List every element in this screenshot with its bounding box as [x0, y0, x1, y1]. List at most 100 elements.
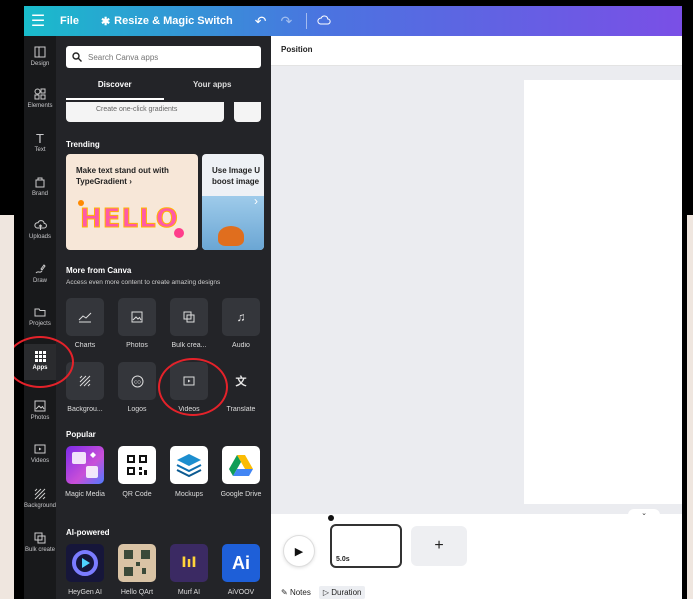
chevron-down-icon[interactable]: ⌄ — [628, 509, 660, 519]
plus-icon: + — [434, 537, 444, 554]
tile-charts[interactable] — [66, 298, 104, 336]
trending-card-typegradient[interactable]: Make text stand out with TypeGradient › … — [66, 154, 198, 250]
app-label: Magic Media — [65, 491, 105, 498]
upload-cloud-icon — [24, 217, 56, 233]
canva-window: ☰ File ✱ Resize & Magic Switch ↶ ↷ Desig… — [14, 6, 682, 599]
search-icon — [72, 52, 82, 62]
rail-item-projects[interactable]: Projects — [24, 304, 56, 327]
playhead[interactable] — [328, 515, 334, 521]
app-magic-media[interactable] — [66, 446, 104, 484]
search-box[interactable] — [66, 46, 261, 68]
sparkle-icon: ✱ — [100, 15, 111, 28]
backdrop-left — [0, 215, 14, 599]
tab-your-apps[interactable]: Your apps — [164, 80, 262, 98]
layout-icon — [24, 44, 56, 60]
redo-icon[interactable]: ↷ — [281, 13, 293, 30]
search-input[interactable] — [88, 52, 248, 62]
google-drive-icon — [229, 455, 253, 476]
heygen-icon — [72, 550, 98, 576]
duration-button[interactable]: ▷ Duration — [318, 586, 366, 599]
rail-item-apps[interactable]: Apps — [24, 344, 56, 380]
app-label: QR Code — [122, 491, 152, 498]
tile-audio[interactable]: ♫ — [222, 298, 260, 336]
app-hello-qart[interactable] — [118, 544, 156, 582]
editor-workspace — [271, 66, 682, 514]
rail-label: Bulk create — [24, 547, 55, 553]
add-page-button[interactable]: + — [411, 526, 467, 566]
tile-translate[interactable]: 文 — [222, 362, 260, 400]
rail-item-uploads[interactable]: Uploads — [24, 217, 56, 240]
app-qr-code[interactable] — [118, 446, 156, 484]
app-google-drive[interactable] — [222, 446, 260, 484]
side-rail: Design Elements T Text Brand Uploads Dra… — [24, 36, 56, 599]
notes-button[interactable]: ✎ Notes — [281, 588, 311, 597]
tile-backgrounds[interactable] — [66, 362, 104, 400]
popular-heading: Popular — [66, 430, 96, 439]
app-aivoov[interactable]: Ai — [222, 544, 260, 582]
apps-grid-icon — [24, 348, 56, 364]
rail-item-draw[interactable]: Draw — [24, 261, 56, 284]
rail-item-design[interactable]: Design — [24, 44, 56, 67]
cloud-save-icon[interactable] — [317, 12, 331, 30]
tile-label: Logos — [127, 406, 147, 413]
app-label: AiVOOV — [227, 589, 255, 596]
rail-item-background[interactable]: Background — [24, 486, 56, 509]
rail-label: Draw — [32, 278, 47, 284]
clip-duration: 5.0s — [336, 556, 350, 563]
context-toolbar: Position — [271, 36, 682, 66]
apps-panel: Discover Your apps Create one-click grad… — [56, 36, 271, 599]
video-icon — [183, 376, 195, 386]
hello-graphic: HELLO — [80, 204, 179, 235]
tab-discover[interactable]: Discover — [66, 80, 164, 98]
timeline: ⌄ ▶ 5.0s + ✎ Notes ▷ Duration — [271, 509, 682, 599]
qart-icon — [124, 550, 150, 576]
resize-magic-switch-button[interactable]: ✱ Resize & Magic Switch — [101, 15, 233, 28]
app-heygen[interactable] — [66, 544, 104, 582]
rail-label: Apps — [32, 365, 48, 371]
play-button[interactable]: ▶ — [284, 536, 314, 566]
position-button[interactable]: Position — [281, 45, 313, 54]
file-menu[interactable]: File — [60, 15, 79, 27]
music-note-icon: ♫ — [236, 310, 246, 324]
rail-item-videos[interactable]: Videos — [24, 441, 56, 464]
bulk-create-icon — [183, 311, 195, 323]
rail-label: Videos — [30, 458, 50, 464]
text-icon: T — [36, 130, 44, 146]
design-page[interactable] — [524, 80, 682, 504]
tile-label: Backgrou... — [67, 406, 103, 413]
app-murf-ai[interactable]: IıI — [170, 544, 208, 582]
menu-icon[interactable]: ☰ — [24, 11, 52, 31]
app-mockups[interactable] — [170, 446, 208, 484]
ai-powered-heading: AI-powered — [66, 528, 110, 537]
tile-logos[interactable]: CO — [118, 362, 156, 400]
duration-label: Duration — [331, 588, 362, 597]
brand-icon — [24, 174, 56, 190]
tile-videos[interactable] — [170, 362, 208, 400]
rail-item-brand[interactable]: Brand — [24, 174, 56, 197]
tile-photos[interactable] — [118, 298, 156, 336]
rail-item-photos[interactable]: Photos — [24, 398, 56, 421]
top-bar: ☰ File ✱ Resize & Magic Switch ↶ ↷ — [24, 6, 682, 36]
rail-label: Text — [34, 147, 46, 153]
rail-label: Projects — [29, 321, 51, 327]
aivoov-logo: Ai — [232, 552, 250, 573]
duration-icon: ▷ — [322, 588, 329, 597]
rail-item-text[interactable]: T Text — [24, 130, 56, 154]
topbar-divider — [306, 13, 308, 29]
image-icon — [131, 311, 143, 323]
trending-card-title: Use Image U boost image — [212, 166, 261, 186]
promo-card[interactable]: Create one-click gradients — [66, 102, 224, 122]
app-label: Murf AI — [177, 589, 201, 596]
trending-card-title: Make text stand out with TypeGradient › — [76, 166, 169, 186]
draw-icon — [24, 261, 56, 277]
undo-icon[interactable]: ↶ — [255, 13, 267, 30]
rail-item-bulk-create[interactable]: Bulk create — [24, 530, 56, 553]
rail-item-elements[interactable]: Elements — [24, 86, 56, 109]
app-label: HeyGen AI — [68, 589, 102, 596]
tile-bulk-create[interactable] — [170, 298, 208, 336]
chevron-right-icon[interactable]: › — [256, 470, 260, 484]
timeline-clip[interactable]: 5.0s — [330, 524, 402, 568]
murf-logo: IıI — [181, 555, 197, 571]
chevron-right-icon[interactable]: › — [254, 194, 258, 208]
promo-card-2[interactable] — [234, 102, 261, 122]
